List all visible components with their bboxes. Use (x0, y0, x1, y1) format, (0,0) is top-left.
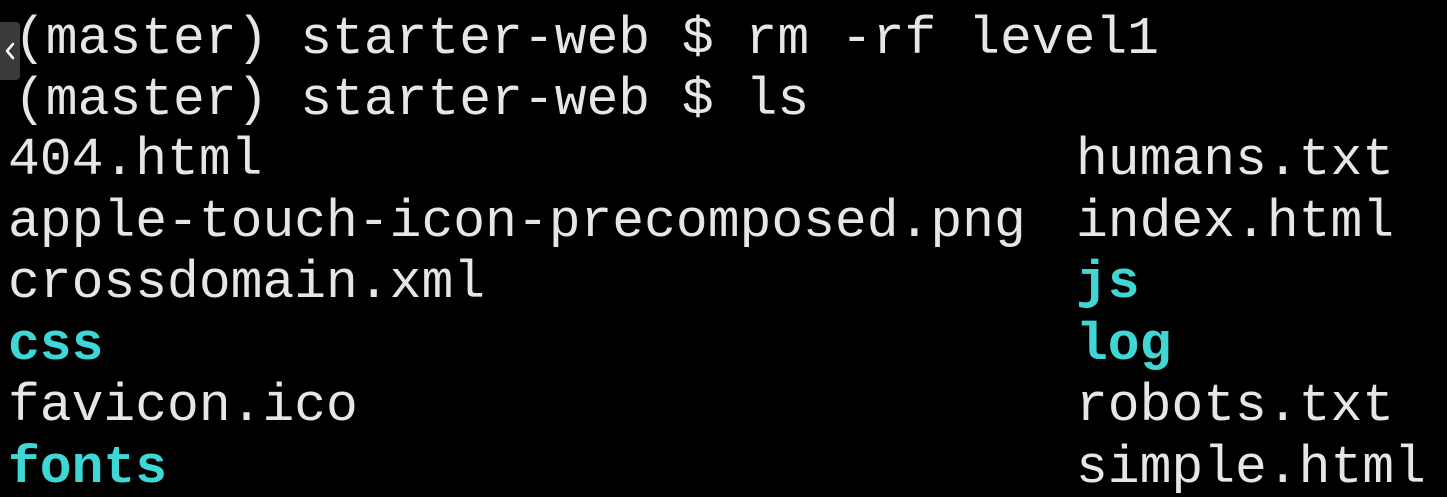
file-entry: apple-touch-icon-precomposed.png (8, 191, 1026, 252)
directory-entry: fonts (8, 437, 168, 497)
file-entry: index.html (1076, 191, 1395, 252)
directory-entry: js (1076, 253, 1140, 313)
file-entry: humans.txt (1076, 130, 1395, 190)
command-line-ls: (master) starter-web $ ls (14, 70, 810, 130)
directory-entry: css (8, 314, 104, 375)
directory-entry: log (1076, 314, 1172, 375)
ls-column-left: 404.html apple-touch-icon-precomposed.pn… (8, 130, 1026, 497)
file-entry: robots.txt (1076, 376, 1395, 436)
file-entry: crossdomain.xml (8, 253, 486, 313)
command-line-rm: (master) starter-web $ rm -rf level1 (14, 9, 1159, 69)
file-entry: simple.html (1076, 437, 1426, 497)
terminal-window[interactable]: (master) starter-web $ rm -rf level1 (ma… (0, 0, 1447, 497)
ls-column-right: humans.txt index.html js log robots.txt … (1076, 130, 1426, 497)
file-entry: 404.html (8, 130, 263, 190)
file-entry: favicon.ico (8, 376, 358, 436)
